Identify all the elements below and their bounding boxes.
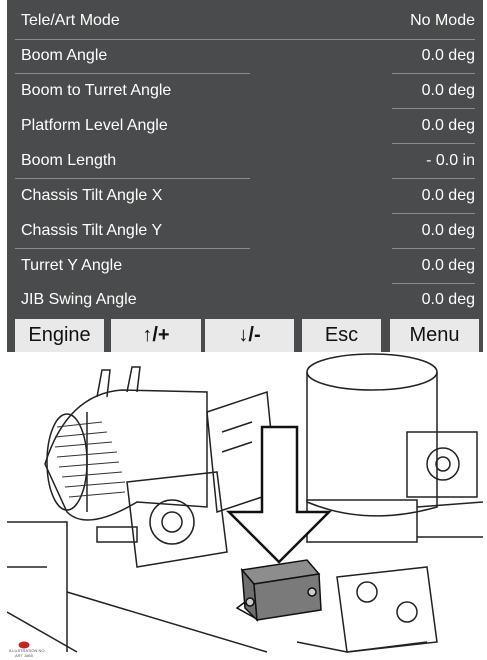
- chassis-tilt-x-value: 0.0 deg: [421, 187, 475, 204]
- divider: [15, 73, 250, 74]
- boom-angle-row: Boom Angle 0.0 deg: [15, 40, 475, 72]
- sensor-location-illustration: [7, 353, 483, 653]
- jib-swing-angle-row: JIB Swing Angle 0.0 deg: [15, 284, 475, 316]
- platform-level-angle-value: 0.0 deg: [421, 117, 475, 134]
- chassis-tilt-x-label: Chassis Tilt Angle X: [21, 187, 163, 204]
- divider: [15, 178, 250, 179]
- tele-art-mode-row: Tele/Art Mode No Mode: [15, 5, 475, 37]
- turret-y-angle-value: 0.0 deg: [421, 257, 475, 274]
- divider: [392, 108, 475, 109]
- illustration-number: ART 1665: [15, 653, 33, 658]
- divider: [392, 143, 475, 144]
- jib-swing-angle-value: 0.0 deg: [421, 291, 475, 308]
- chassis-tilt-x-row: Chassis Tilt Angle X 0.0 deg: [15, 180, 475, 212]
- boom-length-row: Boom Length - 0.0 in: [15, 145, 475, 177]
- chassis-tilt-y-value: 0.0 deg: [421, 222, 475, 239]
- boom-length-label: Boom Length: [21, 152, 117, 169]
- divider: [15, 248, 250, 249]
- tele-art-mode-label: Tele/Art Mode: [21, 12, 120, 29]
- boom-length-value: - 0.0 in: [426, 152, 475, 169]
- softkey-bar: Engine ↑/+ ↓/- Esc Menu: [7, 319, 483, 352]
- divider: [392, 178, 475, 179]
- divider: [392, 248, 475, 249]
- boom-to-turret-angle-row: Boom to Turret Angle 0.0 deg: [15, 75, 475, 107]
- boom-to-turret-angle-label: Boom to Turret Angle: [21, 82, 172, 99]
- divider: [392, 73, 475, 74]
- tele-art-mode-value: No Mode: [410, 12, 475, 29]
- boom-angle-value: 0.0 deg: [421, 47, 475, 64]
- turret-y-angle-label: Turret Y Angle: [21, 257, 123, 274]
- jib-swing-angle-label: JIB Swing Angle: [21, 291, 137, 308]
- chassis-tilt-y-row: Chassis Tilt Angle Y 0.0 deg: [15, 215, 475, 247]
- boom-angle-label: Boom Angle: [21, 47, 108, 64]
- platform-level-angle-label: Platform Level Angle: [21, 117, 168, 134]
- chassis-tilt-y-label: Chassis Tilt Angle Y: [21, 222, 163, 239]
- up-plus-button[interactable]: ↑/+: [111, 319, 201, 352]
- turret-y-angle-row: Turret Y Angle 0.0 deg: [15, 250, 475, 282]
- platform-level-angle-row: Platform Level Angle 0.0 deg: [15, 110, 475, 142]
- status-panel: Tele/Art Mode No Mode Boom Angle 0.0 deg…: [7, 0, 483, 352]
- esc-button[interactable]: Esc: [302, 319, 381, 352]
- illustration-logo: ILLUSTRATION NO. ART 1665: [9, 641, 46, 658]
- engine-button[interactable]: Engine: [15, 319, 104, 352]
- divider: [392, 213, 475, 214]
- menu-button[interactable]: Menu: [390, 319, 479, 352]
- boom-to-turret-angle-value: 0.0 deg: [421, 82, 475, 99]
- down-minus-button[interactable]: ↓/-: [205, 319, 294, 352]
